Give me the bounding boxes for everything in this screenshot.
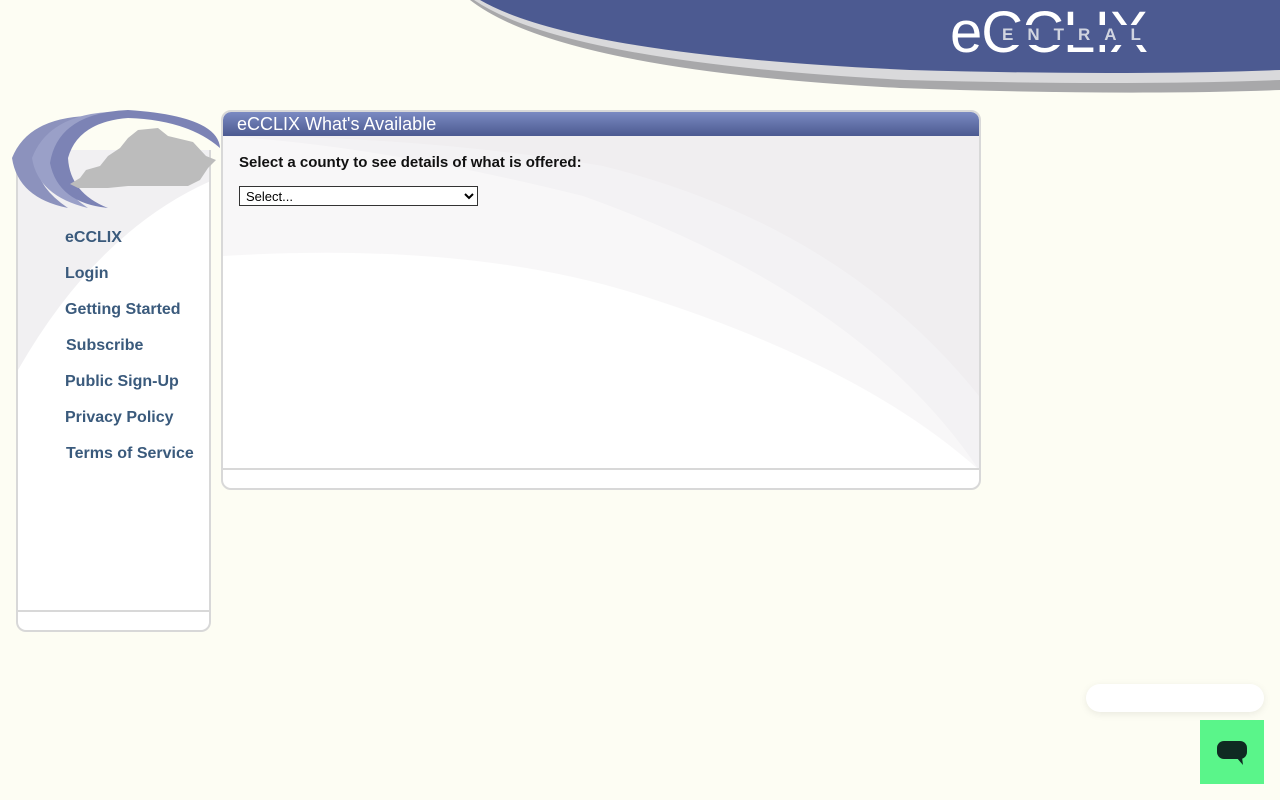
nav-link-ecclix[interactable]: eCCLIX [65,226,122,250]
chat-icon [1217,741,1247,765]
chat-launcher-button[interactable] [1200,720,1264,784]
whats-available-panel: eCCLIX What's Available Select a county … [221,110,981,490]
nav-link-login[interactable]: Login [65,262,109,286]
kentucky-map-icon [12,110,220,208]
county-select[interactable]: Select... [239,186,478,206]
nav-link-subscribe[interactable]: Subscribe [66,334,143,358]
nav-link-privacy-policy[interactable]: Privacy Policy [65,406,174,430]
panel-title: eCCLIX What's Available [237,114,437,134]
nav-link-terms-of-service[interactable]: Terms of Service [66,442,194,466]
logo-sub-text: ENTRAL [1000,25,1157,45]
nav-link-public-signup[interactable]: Public Sign-Up [65,370,179,394]
sidebar-item-public-signup: Public Sign-Up [65,370,194,406]
sidebar-nav: eCCLIX Login Getting Started Subscribe P… [65,226,194,478]
ecclix-central-logo[interactable]: eCCLIX ENTRAL [950,0,1180,65]
panel-footer-divider [223,468,979,470]
sidebar-item-subscribe: Subscribe [65,334,194,370]
sidebar-item-getting-started: Getting Started [65,298,194,334]
sidebar-item-login: Login [65,262,194,298]
sidebar-item-ecclix: eCCLIX [65,226,194,262]
county-prompt: Select a county to see details of what i… [239,154,582,171]
chat-greeting-bubble[interactable] [1086,684,1264,712]
panel-header: eCCLIX What's Available [223,112,979,136]
sidebar-item-privacy-policy: Privacy Policy [65,406,194,442]
sidebar-item-terms-of-service: Terms of Service [65,442,194,478]
nav-link-getting-started[interactable]: Getting Started [65,298,181,322]
sidebar-footer-divider [18,610,209,612]
